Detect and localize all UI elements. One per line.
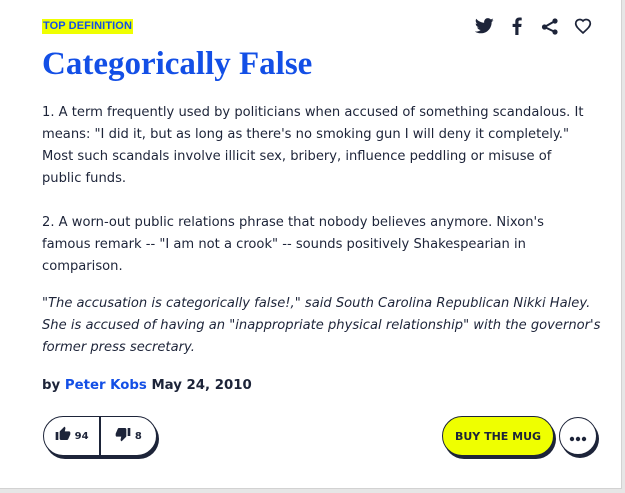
heart-icon[interactable] <box>573 16 593 36</box>
author-link[interactable]: Peter Kobs <box>65 378 147 393</box>
thumbs-down-button[interactable]: 8 <box>101 417 156 455</box>
definition-example: "The accusation is categorically false!,… <box>42 296 601 355</box>
definition-card: TOP DEFINITION Categorically False 1. A … <box>0 0 622 489</box>
ellipsis-icon <box>569 427 587 446</box>
facebook-icon[interactable] <box>507 16 527 36</box>
definition-meaning: 1. A term frequently used by politicians… <box>42 102 594 278</box>
contributor-date: May 24, 2010 <box>151 378 252 393</box>
share-icon[interactable] <box>540 16 560 36</box>
definition-word-link[interactable]: Categorically False <box>42 42 312 86</box>
downvote-count: 8 <box>134 430 142 442</box>
thumbs-up-icon <box>55 426 71 446</box>
thumbs-down-icon <box>115 426 131 446</box>
upvote-count: 94 <box>74 430 89 442</box>
top-definition-badge: TOP DEFINITION <box>42 19 134 34</box>
contributor-prefix: by <box>42 378 61 393</box>
twitter-icon[interactable] <box>474 16 494 36</box>
contributor-line: by Peter Kobs May 24, 2010 <box>42 376 252 396</box>
meaning-paragraph-2: 2. A worn-out public relations phrase th… <box>42 215 544 274</box>
thumbs-up-button[interactable]: 94 <box>44 417 99 455</box>
more-options-button[interactable] <box>559 417 597 455</box>
meaning-paragraph-1: 1. A term frequently used by politicians… <box>42 105 584 186</box>
share-bar <box>474 16 593 36</box>
buy-mug-button[interactable]: BUY THE MUG <box>442 416 554 456</box>
vote-buttons: 94 8 <box>43 416 157 456</box>
